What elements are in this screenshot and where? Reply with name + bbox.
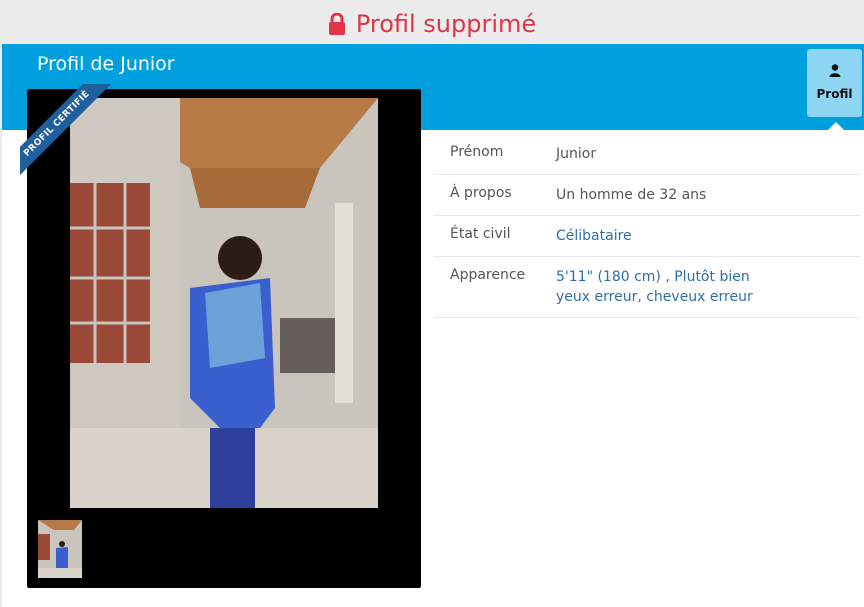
deleted-status-text: Profil supprimé (355, 10, 537, 38)
deleted-status: Profil supprimé (328, 10, 536, 38)
user-icon (807, 62, 862, 81)
profile-details: Prénom Junior À propos Un homme de 32 an… (434, 134, 860, 318)
detail-value: Un homme de 32 ans (556, 187, 707, 203)
detail-row-prenom: Prénom Junior (434, 134, 860, 175)
profile-title: Profil de Junior (37, 53, 175, 75)
detail-row-apropos: À propos Un homme de 32 ans (434, 175, 860, 216)
detail-value-link[interactable]: Célibataire (556, 226, 860, 246)
detail-key: Prénom (450, 144, 504, 160)
profile-card: Profil de Junior Profil PROFIL CERTIFIÉ … (2, 44, 864, 607)
tab-profil-label: Profil (816, 87, 853, 101)
detail-value-link[interactable]: 5'11" (180 cm) , Plutôt bien yeux erreur… (556, 267, 860, 307)
detail-row-apparence: Apparence 5'11" (180 cm) , Plutôt bien y… (434, 257, 860, 318)
tab-profil[interactable]: Profil (807, 49, 862, 117)
detail-row-etat-civil: État civil Célibataire (434, 216, 860, 257)
detail-value: Junior (556, 146, 597, 162)
detail-key: À propos (450, 185, 512, 201)
detail-key: État civil (450, 226, 511, 242)
detail-key: Apparence (450, 267, 526, 283)
appearance-line-2: yeux erreur, cheveux erreur (556, 289, 753, 305)
certified-ribbon: PROFIL CERTIFIÉ (20, 84, 120, 184)
lock-icon (328, 12, 346, 35)
certified-label: PROFIL CERTIFIÉ (20, 84, 118, 184)
tab-caret (828, 122, 844, 130)
top-banner: Profil supprimé (0, 0, 864, 46)
photo-thumbnail[interactable] (38, 520, 82, 578)
appearance-line-1: 5'11" (180 cm) , Plutôt bien (556, 269, 750, 285)
